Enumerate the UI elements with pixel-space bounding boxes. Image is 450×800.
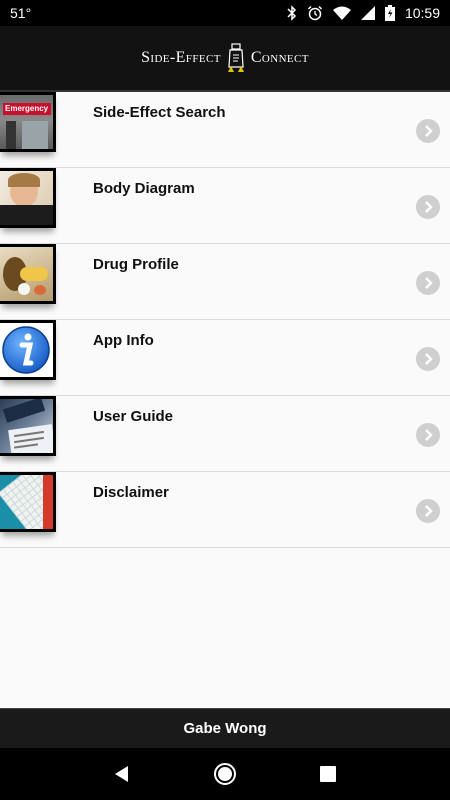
document-photo	[0, 472, 56, 532]
chevron-right-icon	[416, 347, 440, 371]
battery-icon	[384, 5, 395, 21]
recents-button[interactable]	[308, 754, 348, 794]
chevron-right-icon	[416, 271, 440, 295]
alarm-icon	[307, 5, 323, 21]
back-icon	[114, 766, 128, 782]
child-photo	[0, 168, 56, 228]
menu-item-side-effect-search[interactable]: Emergency Side-Effect Search	[0, 92, 450, 168]
chevron-right-icon	[416, 195, 440, 219]
menu-item-app-info[interactable]: App Info	[0, 320, 450, 396]
menu-item-label: Side-Effect Search	[93, 104, 226, 121]
menu-item-user-guide[interactable]: User Guide	[0, 396, 450, 472]
pills-photo	[0, 244, 56, 304]
menu-item-label: Body Diagram	[93, 180, 195, 197]
emergency-photo: Emergency	[0, 92, 56, 152]
menu-item-label: App Info	[93, 332, 154, 349]
menu-item-body-diagram[interactable]: Body Diagram	[0, 168, 450, 244]
home-button[interactable]	[205, 754, 245, 794]
home-icon	[213, 763, 236, 785]
info-icon	[0, 320, 56, 380]
wifi-icon	[332, 6, 351, 20]
back-button[interactable]	[102, 754, 142, 794]
clock: 10:59	[404, 5, 440, 21]
menu-item-disclaimer[interactable]: Disclaimer	[0, 472, 450, 548]
menu-item-label: User Guide	[93, 408, 174, 425]
logo-text-right: Connect	[250, 49, 309, 66]
menu-item-drug-profile[interactable]: Drug Profile	[0, 244, 450, 320]
app-header: Side-Effect Connect	[0, 26, 450, 92]
chevron-right-icon	[416, 499, 440, 523]
temperature: 51°	[10, 5, 32, 21]
signal-icon	[360, 6, 375, 20]
navigation-bar	[0, 748, 450, 800]
author-name: Gabe Wong	[183, 720, 267, 737]
chevron-right-icon	[416, 423, 440, 447]
chevron-right-icon	[416, 119, 440, 143]
emergency-sign: Emergency	[3, 103, 51, 115]
footer-author: Gabe Wong	[0, 708, 450, 748]
status-bar: 51° 10:59	[0, 0, 450, 26]
bluetooth-icon	[287, 5, 297, 21]
guide-photo	[0, 396, 56, 456]
menu-item-label: Drug Profile	[93, 256, 179, 273]
bottle-logo-icon	[225, 43, 247, 73]
logo-text-left: Side-Effect	[141, 49, 221, 66]
menu-item-label: Disclaimer	[93, 484, 169, 501]
main-menu-list: Emergency Side-Effect Search Body Diagra…	[0, 92, 450, 708]
recents-icon	[320, 766, 337, 782]
